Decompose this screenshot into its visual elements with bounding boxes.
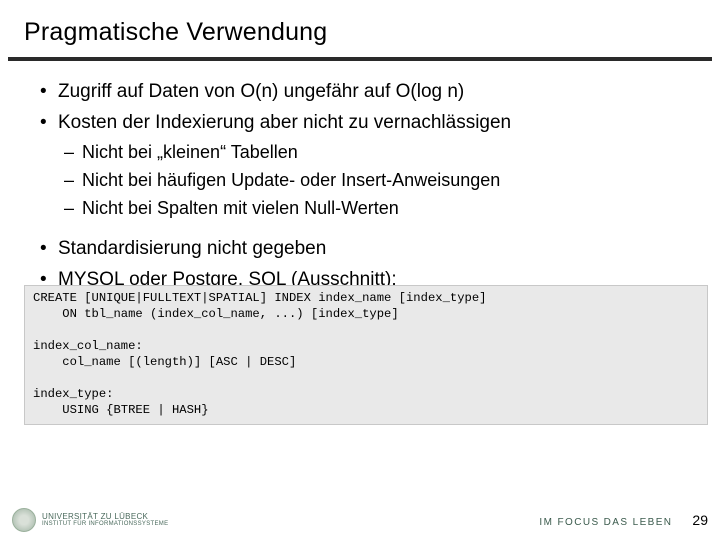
bullet-level2: Nicht bei häufigen Update- oder Insert-A… — [64, 169, 692, 193]
code-block: CREATE [UNIQUE|FULLTEXT|SPATIAL] INDEX i… — [24, 285, 708, 426]
bullet-level1: Zugriff auf Daten von O(n) ungefähr auf … — [40, 79, 692, 104]
slide: Pragmatische Verwendung Zugriff auf Date… — [0, 0, 720, 540]
institute-name: INSTITUT FÜR INFORMATIONSSYSTEME — [42, 521, 168, 527]
university-name: UNIVERSITÄT ZU LÜBECK — [42, 513, 168, 521]
title-rule — [8, 57, 712, 61]
bullet-level2: Nicht bei „kleinen“ Tabellen — [64, 141, 692, 165]
footer: UNIVERSITÄT ZU LÜBECK INSTITUT FÜR INFOR… — [0, 508, 720, 532]
university-text: UNIVERSITÄT ZU LÜBECK INSTITUT FÜR INFOR… — [42, 513, 168, 528]
bullet-level1: Standardisierung nicht gegeben — [40, 236, 692, 261]
bullet-level1: Kosten der Indexierung aber nicht zu ver… — [40, 110, 692, 135]
seal-icon — [12, 508, 36, 532]
slide-title: Pragmatische Verwendung — [0, 18, 720, 53]
university-logo: UNIVERSITÄT ZU LÜBECK INSTITUT FÜR INFOR… — [12, 508, 168, 532]
bullet-level2: Nicht bei Spalten mit vielen Null-Werten — [64, 197, 692, 221]
page-number: 29 — [692, 512, 708, 528]
tagline: IM FOCUS DAS LEBEN — [539, 517, 672, 528]
slide-content: Zugriff auf Daten von O(n) ungefähr auf … — [0, 79, 720, 293]
